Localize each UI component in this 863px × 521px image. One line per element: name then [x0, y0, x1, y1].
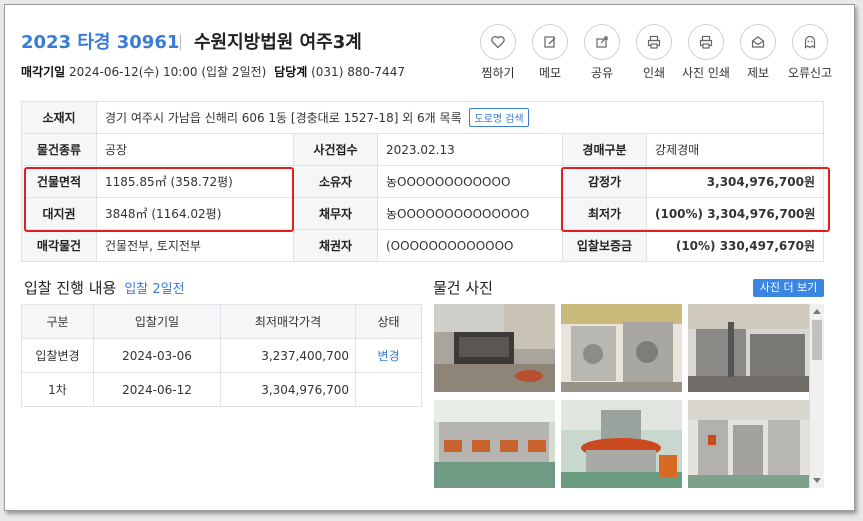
- row-type: 입찰변경: [21, 338, 94, 373]
- envelope-icon: [740, 24, 776, 60]
- owner-value: 농OOOOOOOOOOOO: [377, 165, 563, 198]
- row-date: 2024-06-12: [93, 372, 221, 407]
- report-button[interactable]: 제보: [728, 24, 788, 81]
- location-label: 소재지: [21, 101, 97, 134]
- row-status-link[interactable]: 변경: [355, 338, 422, 373]
- scroll-up-arrow-icon[interactable]: [813, 309, 821, 314]
- type-value: 공장: [96, 133, 294, 166]
- column-header: 구분: [21, 304, 94, 339]
- row-date: 2024-03-06: [93, 338, 221, 373]
- print-icon: [688, 24, 724, 60]
- heart-icon: [480, 24, 516, 60]
- scroll-down-arrow-icon[interactable]: [813, 478, 821, 483]
- gallery-scrollbar[interactable]: [809, 304, 824, 488]
- title-divider: [180, 34, 181, 50]
- edit-icon: [532, 24, 568, 60]
- progress-subtitle: 입찰 2일전: [124, 282, 185, 297]
- sale-items-value: 건물전부, 토지전부: [96, 229, 294, 262]
- more-photos-button[interactable]: 사진 더 보기: [753, 279, 824, 297]
- report-label: 제보: [746, 66, 770, 80]
- sale-date-label: 매각기일: [21, 65, 66, 79]
- column-header: 입찰기일: [93, 304, 221, 339]
- print-button[interactable]: 인쇄: [624, 24, 684, 81]
- sale-date-value: 2024-06-12(수) 10:00 (입찰 2일전): [69, 65, 267, 79]
- print-icon: [636, 24, 672, 60]
- error-report-label: 오류신고: [787, 66, 833, 80]
- type-label: 물건종류: [21, 133, 97, 166]
- contact-label: 담당계: [274, 65, 308, 79]
- owner-label: 소유자: [293, 165, 378, 198]
- table-row: 소재지 경기 여주시 가남읍 신해리 606 1동 [경충대로 1527-18]…: [21, 101, 825, 134]
- case-number: 2023 타경 30961: [21, 32, 180, 53]
- photo-gallery: [430, 300, 824, 488]
- location-cell: 경기 여주시 가남읍 신해리 606 1동 [경충대로 1527-18] 외 6…: [95, 101, 825, 134]
- received-value: 2023.02.13: [377, 133, 563, 166]
- deposit-value: (10%) 330,497,670원: [645, 229, 825, 262]
- auction-type-value: 강제경매: [645, 133, 825, 166]
- column-header: 상태: [355, 304, 422, 339]
- share-label: 공유: [590, 66, 614, 80]
- table-header-row: 구분 입찰기일 최저매각가격 상태: [21, 304, 422, 339]
- error-report-button[interactable]: 오류신고: [780, 24, 840, 81]
- table-row: 물건종류 공장 사건접수 2023.02.13 경매구분 강제경매: [21, 133, 825, 166]
- progress-section-title: 입찰 진행 내용 입찰 2일전: [24, 277, 185, 298]
- share-icon: [584, 24, 620, 60]
- auction-type-label: 경매구분: [562, 133, 647, 166]
- debtor-value: 농OOOOOOOOOOOOOO: [377, 197, 563, 230]
- property-photo[interactable]: [688, 304, 809, 392]
- road-search-button[interactable]: 도로명 검색: [469, 108, 529, 127]
- price-highlight-box: [561, 167, 830, 232]
- debtor-label: 채무자: [293, 197, 378, 230]
- row-price: 3,304,976,700: [220, 372, 356, 407]
- property-photo[interactable]: [561, 400, 682, 488]
- sale-info-line: 매각기일 2024-06-12(수) 10:00 (입찰 2일전) 담당계 (0…: [21, 63, 409, 80]
- deposit-label: 입찰보증금: [562, 229, 647, 262]
- table-row: 1차 2024-06-12 3,304,976,700: [21, 372, 422, 407]
- ghost-icon: [792, 24, 828, 60]
- memo-label: 메모: [538, 66, 562, 80]
- action-toolbar: 찜하기 메모 공유 인쇄 사진 인쇄 제보 오류신고: [468, 24, 848, 84]
- sale-items-label: 매각물건: [21, 229, 97, 262]
- property-photo[interactable]: [688, 400, 809, 488]
- scroll-thumb[interactable]: [812, 320, 822, 360]
- photo-print-label: 사진 인쇄: [682, 66, 730, 80]
- share-button[interactable]: 공유: [572, 24, 632, 81]
- progress-title: 입찰 진행 내용: [24, 279, 117, 297]
- bid-progress-table: 구분 입찰기일 최저매각가격 상태 입찰변경 2024-03-06 3,237,…: [21, 304, 422, 407]
- favorite-label: 찜하기: [481, 66, 515, 80]
- property-photo[interactable]: [434, 304, 555, 392]
- row-price: 3,237,400,700: [220, 338, 356, 373]
- table-row: 입찰변경 2024-03-06 3,237,400,700 변경: [21, 338, 422, 373]
- creditor-label: 채권자: [293, 229, 378, 262]
- row-status: [355, 372, 422, 407]
- received-label: 사건접수: [293, 133, 378, 166]
- table-row: 매각물건 건물전부, 토지전부 채권자 (OOOOOOOOOOOOO 입찰보증금…: [21, 229, 825, 262]
- contact-value: (031) 880-7447: [311, 65, 405, 79]
- photo-print-button[interactable]: 사진 인쇄: [676, 24, 736, 81]
- favorite-button[interactable]: 찜하기: [468, 24, 528, 81]
- photos-title: 물건 사진: [433, 279, 493, 297]
- property-photo[interactable]: [561, 304, 682, 392]
- creditor-value: (OOOOOOOOOOOOO: [377, 229, 563, 262]
- location-value: 경기 여주시 가남읍 신해리 606 1동 [경충대로 1527-18] 외 6…: [105, 111, 462, 125]
- memo-button[interactable]: 메모: [520, 24, 580, 81]
- row-type: 1차: [21, 372, 94, 407]
- column-header: 최저매각가격: [220, 304, 356, 339]
- court-name: 수원지방법원 여주3계: [194, 32, 362, 53]
- area-highlight-box: [24, 167, 294, 232]
- print-label: 인쇄: [642, 66, 666, 80]
- property-photo[interactable]: [434, 400, 555, 488]
